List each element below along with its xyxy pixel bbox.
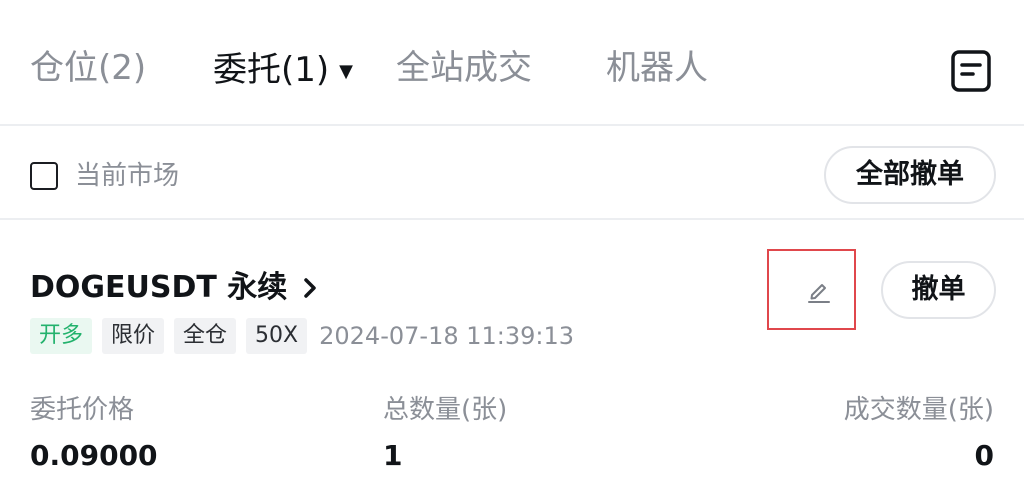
tab-bots[interactable]: 机器人 xyxy=(606,44,708,92)
order-time: 2024-07-18 11:39:13 xyxy=(319,322,575,350)
tag-side: 开多 xyxy=(30,318,93,354)
tag-order-type: 限价 xyxy=(102,318,165,354)
orders-panel: 仓位(2) 委托(1) ▼ 全站成交 机器人 当前市场 全部撤单 DOGEUSD… xyxy=(0,0,1024,489)
caret-down-icon[interactable]: ▼ xyxy=(339,48,353,96)
document-icon[interactable] xyxy=(951,50,991,92)
current-market-checkbox[interactable] xyxy=(30,162,58,190)
tab-all-trades[interactable]: 全站成交 xyxy=(396,44,532,92)
tag-leverage: 50X xyxy=(246,318,308,354)
cancel-all-button[interactable]: 全部撤单 xyxy=(824,146,996,204)
tab-positions[interactable]: 仓位(2) xyxy=(30,44,146,92)
cancel-order-button[interactable]: 撤单 xyxy=(881,261,996,319)
order-tags: 开多 限价 全仓 50X 2024-07-18 11:39:13 xyxy=(30,318,574,354)
tab-orders[interactable]: 委托(1) ▼ xyxy=(213,44,353,96)
chevron-right-icon xyxy=(304,278,317,298)
order-symbol: DOGEUSDT 永续 xyxy=(30,270,288,305)
amount-label: 总数量(张) xyxy=(383,395,508,425)
price-value: 0.09000 xyxy=(30,439,158,472)
filled-label: 成交数量(张) xyxy=(843,395,994,425)
tag-margin-mode: 全仓 xyxy=(174,318,237,354)
edit-pencil-icon[interactable] xyxy=(806,278,832,304)
order-symbol-link[interactable]: DOGEUSDT 永续 xyxy=(30,266,319,310)
tab-orders-label: 委托(1) xyxy=(213,50,330,90)
filter-row: 当前市场 全部撤单 xyxy=(0,128,1024,220)
tab-bar: 仓位(2) 委托(1) ▼ 全站成交 机器人 xyxy=(0,0,1024,126)
amount-value: 1 xyxy=(383,439,403,472)
filled-value: 0 xyxy=(974,439,994,472)
current-market-label: 当前市场 xyxy=(75,161,180,191)
price-label: 委托价格 xyxy=(30,395,135,425)
